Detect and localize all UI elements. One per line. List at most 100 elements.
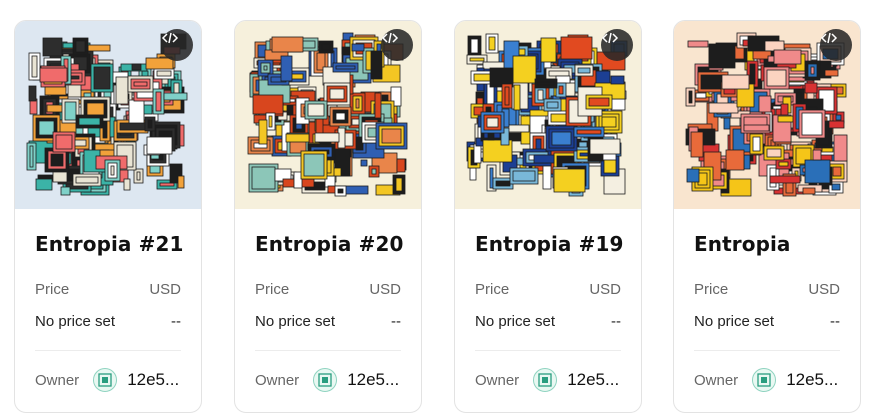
art-tile — [513, 84, 521, 111]
art-tile — [60, 186, 71, 196]
art-tile — [688, 90, 693, 104]
currency-label: USD — [369, 281, 401, 298]
art-tile — [833, 134, 848, 162]
art-tile — [28, 85, 37, 102]
currency-label: USD — [808, 281, 840, 298]
art-tile — [115, 76, 129, 105]
currency-label: USD — [589, 281, 621, 298]
art-tile — [769, 175, 801, 184]
art-tile — [721, 74, 750, 90]
owner-address[interactable]: 12e5... — [127, 370, 179, 390]
art-tile — [133, 81, 148, 87]
art-tile — [307, 103, 325, 117]
art-tile — [146, 136, 173, 155]
price-label: Price — [475, 281, 510, 298]
artwork-image[interactable] — [235, 21, 421, 209]
view-code-button[interactable] — [820, 29, 852, 61]
code-icon — [601, 32, 619, 44]
art-tile — [163, 92, 188, 101]
art-tile — [38, 120, 55, 136]
art-tile — [177, 175, 185, 189]
art-tile — [725, 149, 745, 171]
art-tile — [553, 168, 586, 193]
nft-card[interactable]: Entropia Price USD No price set -- Owner… — [673, 20, 861, 413]
art-tile — [381, 128, 402, 144]
art-tile — [801, 112, 823, 136]
price-label: Price — [35, 281, 70, 298]
card-title[interactable]: Entropia #21 — [35, 232, 184, 256]
art-tile — [804, 159, 831, 184]
art-tile — [690, 131, 704, 158]
art-tile — [824, 69, 839, 77]
art-tile — [804, 82, 818, 94]
art-tile — [832, 166, 842, 177]
art-tile — [773, 49, 802, 65]
art-tile — [31, 55, 38, 78]
art-tile — [371, 168, 377, 175]
nft-card[interactable]: Entropia #21 Price USD No price set -- O… — [14, 20, 202, 413]
nft-card[interactable]: Entropia #19 Price USD No price set -- O… — [454, 20, 642, 413]
art-tile — [258, 119, 268, 145]
art-tile — [835, 114, 842, 121]
art-tile — [251, 166, 276, 190]
currency-label: USD — [149, 281, 181, 298]
currency-value: -- — [391, 313, 401, 330]
art-tile — [50, 153, 64, 167]
art-tile — [110, 165, 115, 176]
view-code-button[interactable] — [601, 29, 633, 61]
art-tile — [470, 38, 479, 54]
view-code-button[interactable] — [381, 29, 413, 61]
owner-address[interactable]: 12e5... — [567, 370, 619, 390]
art-tile — [55, 134, 73, 150]
card-title[interactable]: Entropia — [694, 232, 791, 256]
art-tile — [486, 117, 499, 128]
artwork-image[interactable] — [674, 21, 860, 209]
owner-avatar[interactable] — [313, 368, 338, 392]
owner-label: Owner — [255, 371, 300, 389]
art-tile — [252, 94, 284, 115]
art-tile — [603, 158, 617, 174]
art-tile — [321, 43, 331, 51]
art-tile — [337, 188, 344, 194]
art-tile — [512, 170, 536, 182]
code-icon — [820, 32, 838, 44]
code-icon — [161, 32, 179, 44]
owner-address[interactable]: 12e5... — [786, 370, 838, 390]
price-value: No price set — [35, 313, 116, 330]
view-code-button[interactable] — [161, 29, 193, 61]
art-tile — [29, 145, 34, 168]
divider — [475, 350, 621, 351]
art-tile — [473, 143, 482, 164]
art-tile — [351, 43, 365, 52]
art-tile — [802, 187, 816, 195]
art-tile — [546, 101, 559, 109]
art-tile — [370, 50, 383, 80]
art-tile — [263, 65, 268, 71]
art-tile — [708, 43, 736, 69]
nft-card[interactable]: Entropia #20 Price USD No price set -- O… — [234, 20, 422, 413]
owner-label: Owner — [475, 371, 520, 389]
art-tile — [159, 182, 175, 187]
artwork-image[interactable] — [455, 21, 641, 209]
art-tile — [778, 161, 789, 167]
card-title[interactable]: Entropia #19 — [475, 232, 624, 256]
card-title[interactable]: Entropia #20 — [255, 232, 404, 256]
art-tile — [686, 168, 700, 183]
art-tile — [303, 153, 325, 177]
artwork-image[interactable] — [15, 21, 201, 209]
owner-address[interactable]: 12e5... — [347, 370, 399, 390]
avatar-icon — [538, 373, 552, 387]
owner-avatar[interactable] — [752, 368, 777, 392]
art-tile — [128, 99, 145, 124]
avatar-icon — [318, 373, 332, 387]
price-label: Price — [694, 281, 729, 298]
art-tile — [271, 36, 304, 53]
avatar-icon — [98, 373, 112, 387]
art-tile — [758, 95, 772, 113]
art-tile — [395, 177, 403, 192]
owner-avatar[interactable] — [93, 368, 118, 392]
owner-avatar[interactable] — [533, 368, 558, 392]
art-tile — [560, 36, 593, 60]
art-tile — [555, 75, 571, 84]
art-tile — [533, 154, 555, 164]
